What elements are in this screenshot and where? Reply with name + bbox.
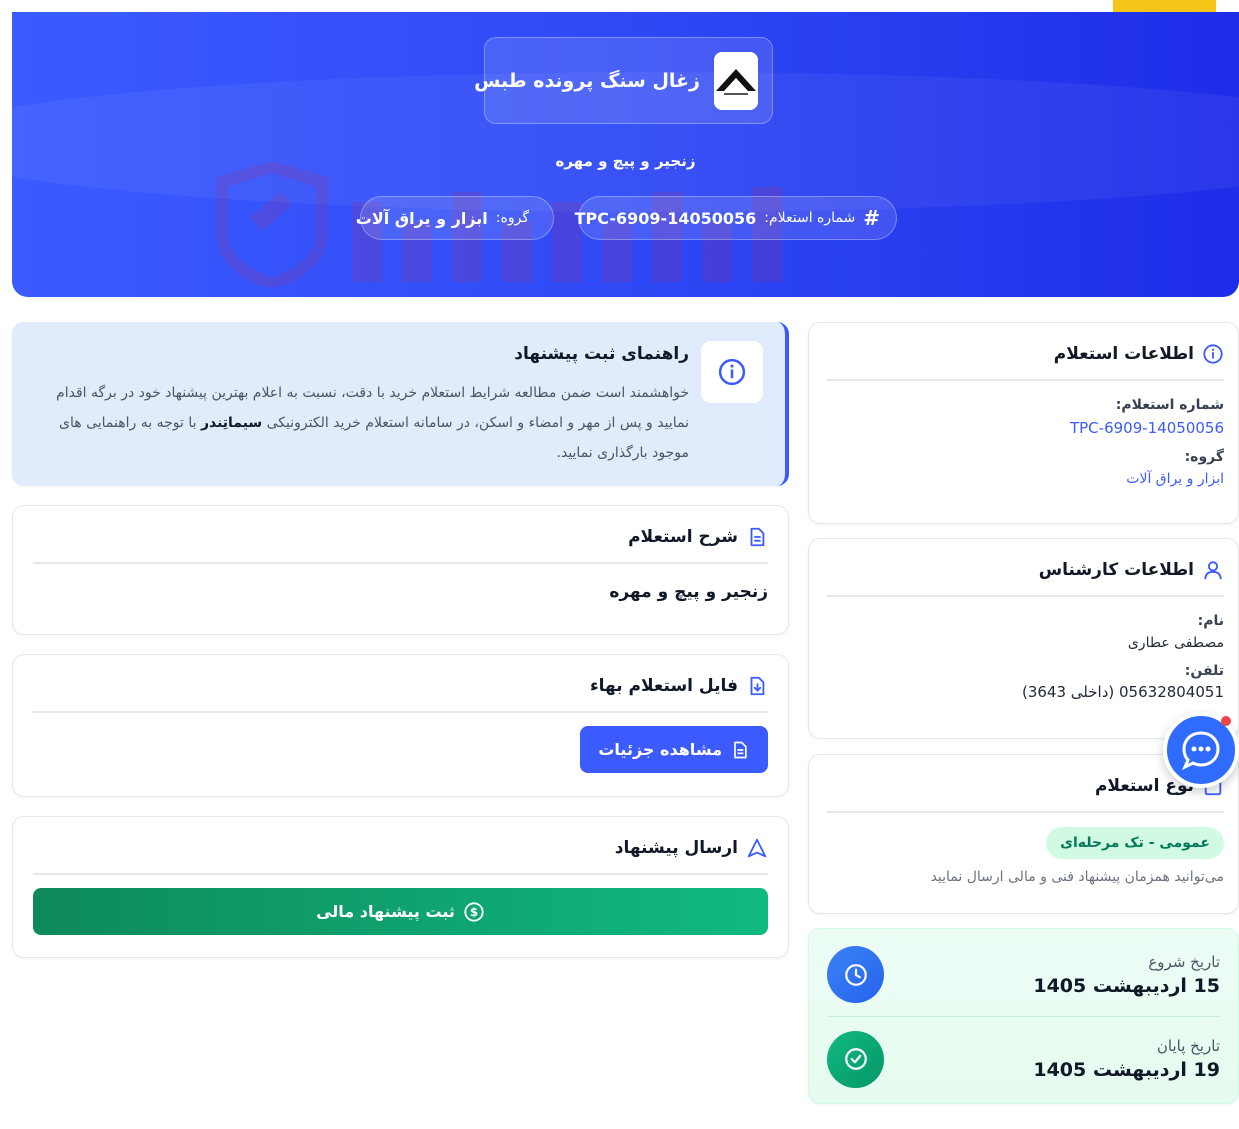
expert-info-title: اطلاعات کارشناس bbox=[827, 559, 1224, 581]
inquiry-type-badge: عمومی - تک مرحله‌ای bbox=[1046, 827, 1224, 859]
file-text-icon bbox=[750, 527, 765, 547]
check-circle-icon bbox=[827, 1030, 884, 1088]
expert-info-title-text: اطلاعات کارشناس bbox=[1038, 560, 1194, 580]
type-badge-wrap: عمومی - تک مرحله‌ای bbox=[827, 827, 1224, 859]
start-date-value: 15 اردیبهشت 1405 bbox=[1033, 974, 1220, 997]
company-logo-icon bbox=[716, 68, 756, 95]
expert-name-value: مصطفی عطاری bbox=[1127, 635, 1224, 651]
end-date-text: تاریخ پایان 19 اردیبهشت 1405 bbox=[898, 1037, 1220, 1081]
send-title-text: ارسال پیشنهاد bbox=[614, 838, 738, 858]
inquiry-number-link[interactable]: TPC-6909-14050056 bbox=[827, 419, 1224, 437]
info-icon bbox=[1203, 344, 1223, 364]
document-icon bbox=[734, 741, 747, 758]
inquiry-type-title: نوع استعلام bbox=[827, 775, 1224, 797]
expert-phone-value: 05632804051 (داخلی 3643) bbox=[1021, 683, 1224, 701]
hero-subtitle: زنجیر و پیچ و مهره bbox=[555, 152, 696, 170]
end-date-row: تاریخ پایان 19 اردیبهشت 1405 bbox=[827, 1017, 1220, 1101]
guide-title: راهنمای ثبت پیشنهاد bbox=[514, 344, 689, 364]
submit-financial-offer-label: ثبت پیشنهاد مالی bbox=[316, 902, 455, 921]
description-title-text: شرح استعلام bbox=[628, 527, 738, 547]
file-title-text: فایل استعلام بهاء bbox=[589, 676, 738, 696]
description-title: شرح استعلام bbox=[33, 526, 768, 548]
guide-text-brand: سیماتِندر bbox=[200, 415, 263, 431]
divider bbox=[33, 711, 768, 713]
hero-number-value: TPC-6909-14050056 bbox=[574, 208, 757, 228]
inquiry-number-label: شماره استعلام: bbox=[1115, 397, 1224, 413]
dates-card: تاریخ شروع 15 اردیبهشت 1405 تاریخ پایان … bbox=[808, 928, 1239, 1104]
top-strip bbox=[0, 0, 1239, 12]
clock-icon bbox=[827, 946, 884, 1003]
start-date-text: تاریخ شروع 15 اردیبهشت 1405 bbox=[898, 953, 1220, 997]
svg-text:$: $ bbox=[470, 905, 478, 919]
end-date-value: 19 اردیبهشت 1405 bbox=[1033, 1059, 1220, 1081]
file-card: فایل استعلام بهاء مشاهده جزئیات bbox=[12, 654, 789, 797]
guide-card: راهنمای ثبت پیشنهاد خواهشمند است ضمن مطا… bbox=[12, 322, 789, 486]
inquiry-info-card: اطلاعات استعلام شماره استعلام: TPC-6909-… bbox=[808, 322, 1239, 524]
expert-info-card: اطلاعات کارشناس نام: مصطفی عطاری تلفن: 0… bbox=[808, 538, 1239, 739]
hero-group-label: گروه: bbox=[495, 210, 529, 226]
start-date-row: تاریخ شروع 15 اردیبهشت 1405 bbox=[827, 933, 1220, 1017]
view-details-label: مشاهده جزئیات bbox=[598, 740, 722, 759]
hero-number-pill: # شماره استعلام: TPC-6909-14050056 bbox=[574, 196, 897, 240]
inquiry-type-note: می‌توانید همزمان پیشنهاد فنی و مالی ارسا… bbox=[930, 869, 1224, 885]
divider bbox=[827, 595, 1224, 597]
view-details-button[interactable]: مشاهده جزئیات bbox=[580, 726, 768, 773]
inquiry-info-title-text: اطلاعات استعلام bbox=[1053, 344, 1194, 364]
description-body: زنجیر و پیچ و مهره bbox=[609, 582, 768, 602]
inquiry-info-title: اطلاعات استعلام bbox=[827, 343, 1224, 365]
file-title: فایل استعلام بهاء bbox=[33, 675, 768, 697]
start-date-label: تاریخ شروع bbox=[1148, 952, 1220, 971]
divider bbox=[827, 379, 1224, 381]
file-download-icon bbox=[750, 676, 765, 696]
company-name: زغال سنگ پرونده طبس bbox=[474, 69, 700, 92]
user-icon bbox=[1204, 561, 1222, 580]
file-button-wrap: مشاهده جزئیات bbox=[33, 726, 768, 773]
divider bbox=[827, 811, 1224, 813]
guide-info-icon bbox=[701, 341, 763, 403]
expert-phone-label: تلفن: bbox=[1184, 663, 1224, 679]
expert-name-label: نام: bbox=[1197, 613, 1224, 629]
hash-icon: # bbox=[863, 206, 880, 230]
top-accent-bar bbox=[1113, 0, 1216, 12]
description-card: شرح استعلام زنجیر و پیچ و مهره bbox=[12, 505, 789, 635]
hero-banner: زغال سنگ پرونده طبس زنجیر و پیچ و مهره #… bbox=[12, 12, 1239, 297]
chat-icon bbox=[1182, 731, 1220, 771]
submit-financial-offer-button[interactable]: $ ثبت پیشنهاد مالی bbox=[33, 888, 768, 935]
inquiry-group-label: گروه: bbox=[1184, 449, 1224, 465]
hero-group-value: ابزار و یراق آلات bbox=[355, 208, 488, 228]
end-date-label: تاریخ پایان bbox=[1156, 1037, 1220, 1055]
send-title: ارسال پیشنهاد bbox=[33, 837, 768, 859]
send-card: ارسال پیشنهاد $ ثبت پیشنهاد مالی bbox=[12, 816, 789, 958]
dollar-icon: $ bbox=[464, 901, 484, 922]
hero-group-pill: گروه: ابزار و یراق آلات bbox=[356, 196, 554, 240]
chat-notification-dot bbox=[1221, 716, 1231, 726]
hero-number-label: شماره استعلام: bbox=[764, 210, 856, 226]
company-logo bbox=[714, 51, 758, 110]
inquiry-group-link[interactable]: ابزار و یراق آلات bbox=[827, 471, 1224, 487]
divider bbox=[33, 562, 768, 564]
guide-text: خواهشمند است ضمن مطالعه شرایط استعلام خر… bbox=[34, 378, 689, 468]
company-box: زغال سنگ پرونده طبس bbox=[474, 37, 773, 124]
divider bbox=[33, 873, 768, 875]
send-icon bbox=[747, 838, 767, 858]
